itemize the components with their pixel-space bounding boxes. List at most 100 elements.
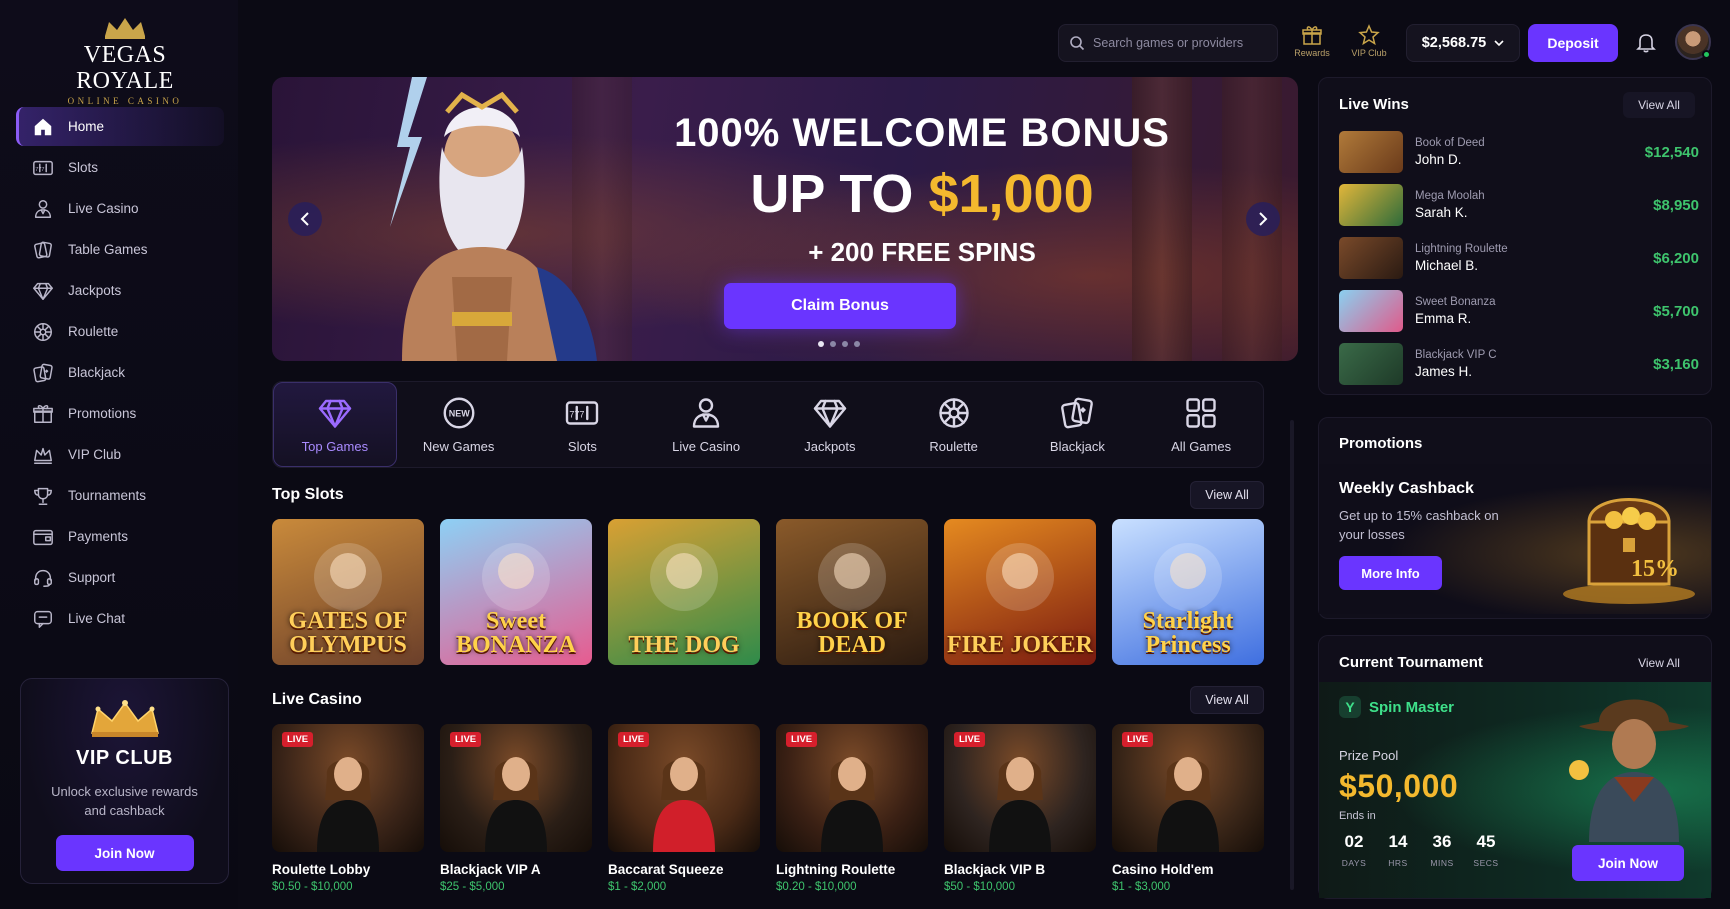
- dealer-illustration: [821, 757, 883, 852]
- sidebar-item-label: Jackpots: [68, 283, 122, 298]
- live-casino-title: Live Casino: [272, 691, 362, 708]
- countdown-unit: 02 DAYS: [1339, 832, 1369, 868]
- live-table-card[interactable]: LIVE Blackjack VIP B $50 - $10,000: [944, 724, 1096, 893]
- tournament-countdown: 02 DAYS 14 HRS 36 MINS 45 SECS: [1339, 832, 1501, 868]
- tournament-join-button[interactable]: Join Now: [1572, 845, 1684, 881]
- hero-dot[interactable]: [842, 341, 848, 347]
- countdown-unit: 36 MINS: [1427, 832, 1457, 868]
- balance-dropdown[interactable]: $2,568.75: [1406, 24, 1520, 62]
- live-win-row[interactable]: Mega Moolah Sarah K. $8,950: [1339, 183, 1699, 227]
- sidebar-item-live-chat[interactable]: Live Chat: [16, 599, 224, 638]
- win-info: Lightning Roulette Michael B.: [1415, 243, 1653, 273]
- live-table-card[interactable]: LIVE Baccarat Squeeze $1 - $2,000: [608, 724, 760, 893]
- hero-next-button[interactable]: [1246, 202, 1280, 236]
- rewards-button[interactable]: Rewards: [1290, 24, 1334, 58]
- tab-label: Jackpots: [804, 439, 856, 454]
- hero-dot[interactable]: [854, 341, 860, 347]
- grid-icon: [1186, 398, 1216, 428]
- tab-blackjack[interactable]: Blackjack: [1016, 382, 1140, 467]
- search-bar[interactable]: [1058, 24, 1278, 62]
- tournament-card: Y Spin Master Prize Pool $50,000 Ends in…: [1319, 682, 1711, 898]
- tab-all-games[interactable]: All Games: [1139, 382, 1263, 467]
- win-info: Sweet Bonanza Emma R.: [1415, 296, 1653, 326]
- live-table-thumbnail[interactable]: LIVE: [776, 724, 928, 852]
- live-badge: LIVE: [954, 732, 986, 747]
- win-info: Mega Moolah Sarah K.: [1415, 190, 1653, 220]
- tab-roulette[interactable]: Roulette: [892, 382, 1016, 467]
- live-table-card[interactable]: LIVE Blackjack VIP A $25 - $5,000: [440, 724, 592, 893]
- vip-club-card: VIP CLUB Unlock exclusive rewards and ca…: [20, 678, 229, 884]
- vip-join-button[interactable]: Join Now: [55, 835, 194, 871]
- sidebar-item-payments[interactable]: Payments: [16, 517, 224, 556]
- slot-game-tile[interactable]: THE DOG: [608, 519, 760, 665]
- live-casino-row: LIVE Roulette Lobby $0.50 - $10,000 LIVE…: [272, 724, 1264, 893]
- slot-game-title: THE DOG: [628, 632, 740, 658]
- sidebar-item-blackjack[interactable]: Blackjack: [16, 353, 224, 392]
- sidebar-item-tournaments[interactable]: Tournaments: [16, 476, 224, 515]
- sidebar-item-label: Promotions: [68, 406, 137, 421]
- tab-live-casino[interactable]: Live Casino: [644, 382, 768, 467]
- brand-logo[interactable]: VEGAS ROYALE ONLINE CASINO: [40, 16, 210, 106]
- slot-game-tile[interactable]: GATES OF OLYMPUS: [272, 519, 424, 665]
- live-win-row[interactable]: Blackjack VIP C James H. $3,160: [1339, 342, 1699, 386]
- slot-game-tile[interactable]: FIRE JOKER: [944, 519, 1096, 665]
- hero-prev-button[interactable]: [288, 202, 322, 236]
- sidebar-item-roulette[interactable]: Roulette: [16, 312, 224, 351]
- live-table-thumbnail[interactable]: LIVE: [1112, 724, 1264, 852]
- claim-bonus-button[interactable]: Claim Bonus: [724, 283, 956, 329]
- hero-dot[interactable]: [830, 341, 836, 347]
- live-table-thumbnail[interactable]: LIVE: [272, 724, 424, 852]
- tab-slots[interactable]: 777 Slots: [521, 382, 645, 467]
- live-badge: LIVE: [450, 732, 482, 747]
- slot-game-tile[interactable]: Sweet BONANZA: [440, 519, 592, 665]
- sidebar-item-jackpots[interactable]: Jackpots: [16, 271, 224, 310]
- live-win-row[interactable]: Book of Deed John D. $12,540: [1339, 130, 1699, 174]
- live-table-card[interactable]: LIVE Lightning Roulette $0.20 - $10,000: [776, 724, 928, 893]
- deposit-button[interactable]: Deposit: [1528, 24, 1618, 62]
- sidebar-item-label: Live Casino: [68, 201, 139, 216]
- search-input[interactable]: [1093, 36, 1273, 50]
- sidebar-item-table-games[interactable]: Table Games: [16, 230, 224, 269]
- treasure-chest-icon: 15%: [1563, 498, 1695, 604]
- win-user-name: Emma R.: [1415, 311, 1472, 326]
- sidebar-item-promotions[interactable]: Promotions: [16, 394, 224, 433]
- diamond-icon: [318, 399, 352, 428]
- live-table-limits: $1 - $3,000: [1112, 881, 1171, 893]
- dealer-illustration: [1157, 757, 1219, 852]
- hero-dot[interactable]: [818, 341, 824, 347]
- live-table-card[interactable]: LIVE Casino Hold'em $1 - $3,000: [1112, 724, 1264, 893]
- slot-game-tile[interactable]: Starlight Princess: [1112, 519, 1264, 665]
- sidebar-item-support[interactable]: Support: [16, 558, 224, 597]
- vip-club-header-button[interactable]: VIP Club: [1347, 24, 1391, 58]
- live-win-row[interactable]: Lightning Roulette Michael B. $6,200: [1339, 236, 1699, 280]
- notification-bell-icon[interactable]: [1634, 30, 1658, 54]
- sidebar-item-home[interactable]: Home: [16, 107, 224, 146]
- headset-icon: [34, 569, 52, 587]
- live-wins-view-all-button[interactable]: View All: [1623, 92, 1695, 118]
- live-table-thumbnail[interactable]: LIVE: [944, 724, 1096, 852]
- top-slots-view-all-button[interactable]: View All: [1190, 481, 1264, 509]
- tab-new-games[interactable]: NEW New Games: [397, 382, 521, 467]
- live-table-thumbnail[interactable]: LIVE: [608, 724, 760, 852]
- dealer-icon: [692, 398, 720, 428]
- tournament-view-all-button[interactable]: View All: [1623, 650, 1695, 676]
- hero-subheadline-prefix: UP TO: [750, 164, 929, 224]
- user-avatar[interactable]: [1675, 24, 1711, 60]
- main-scrollbar[interactable]: [1290, 420, 1294, 890]
- slot-game-title: BOOK OF DEAD: [796, 608, 908, 658]
- tab-jackpots[interactable]: Jackpots: [768, 382, 892, 467]
- win-game-name: Lightning Roulette: [1415, 243, 1508, 255]
- slot-game-title: Starlight Princess: [1142, 608, 1234, 658]
- live-casino-view-all-button[interactable]: View All: [1190, 686, 1264, 714]
- more-info-button[interactable]: More Info: [1339, 556, 1442, 590]
- hero-free-spins: + 200 FREE SPINS: [808, 237, 1036, 267]
- slot-game-tile[interactable]: BOOK OF DEAD: [776, 519, 928, 665]
- sidebar-item-live-casino[interactable]: Live Casino: [16, 189, 224, 228]
- cashback-description: Get up to 15% cashback on your losses: [1339, 508, 1499, 542]
- sidebar-item-slots[interactable]: 777 Slots: [16, 148, 224, 187]
- live-table-card[interactable]: LIVE Roulette Lobby $0.50 - $10,000: [272, 724, 424, 893]
- live-table-thumbnail[interactable]: LIVE: [440, 724, 592, 852]
- live-win-row[interactable]: Sweet Bonanza Emma R. $5,700: [1339, 289, 1699, 333]
- tab-top-games[interactable]: Top Games: [273, 382, 397, 467]
- sidebar-item-vip-club[interactable]: VIP Club: [16, 435, 224, 474]
